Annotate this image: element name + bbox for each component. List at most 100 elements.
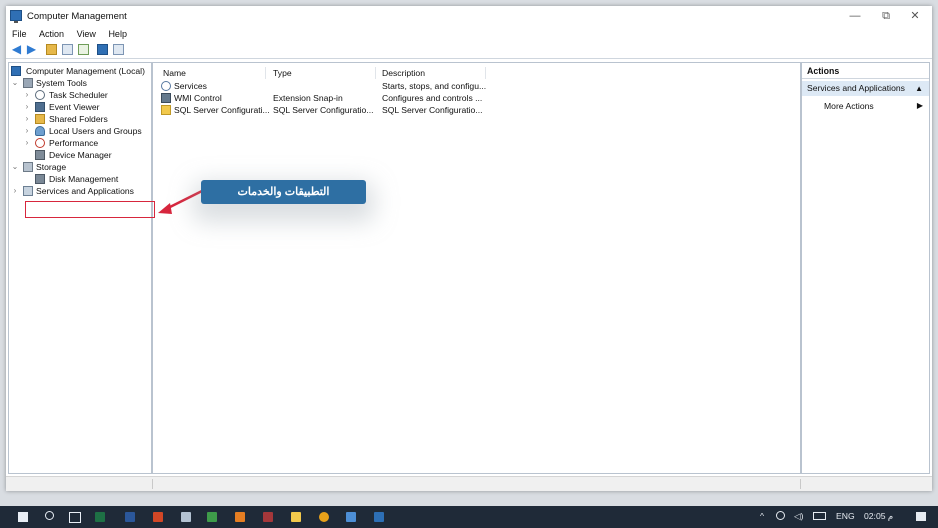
app-icon[interactable] bbox=[181, 512, 191, 522]
export-list-icon[interactable] bbox=[78, 44, 89, 55]
status-divider bbox=[152, 479, 153, 489]
column-divider[interactable] bbox=[265, 67, 266, 79]
users-icon bbox=[35, 126, 45, 136]
services-gear-icon bbox=[161, 81, 171, 91]
menu-file[interactable]: File bbox=[12, 27, 27, 41]
tree-label: Shared Folders bbox=[49, 114, 108, 124]
list-row[interactable]: SQL Server Configurati... SQL Server Con… bbox=[161, 104, 581, 116]
tree-label: Storage bbox=[36, 162, 67, 172]
menu-action[interactable]: Action bbox=[39, 27, 64, 41]
help-icon[interactable] bbox=[97, 44, 108, 55]
row-description: Configures and controls ... bbox=[382, 93, 483, 103]
submenu-arrow-icon[interactable]: ▶ bbox=[917, 101, 923, 110]
wmi-control-icon bbox=[161, 93, 171, 103]
excel-icon[interactable] bbox=[95, 512, 105, 522]
show-hide-action-pane-icon[interactable] bbox=[113, 44, 124, 55]
close-button[interactable]: ✕ bbox=[900, 9, 930, 23]
services-applications-icon bbox=[23, 186, 33, 196]
tree-label: Event Viewer bbox=[49, 102, 100, 112]
column-header-type[interactable]: Type bbox=[273, 68, 292, 78]
volume-icon[interactable]: ◁) bbox=[794, 511, 803, 522]
actions-title: Actions bbox=[802, 63, 929, 79]
tree-label: Services and Applications bbox=[36, 186, 134, 196]
row-type: Extension Snap-in bbox=[273, 93, 343, 103]
search-icon[interactable] bbox=[45, 511, 54, 520]
status-divider bbox=[800, 479, 801, 489]
computer-icon bbox=[11, 66, 21, 76]
column-divider[interactable] bbox=[375, 67, 376, 79]
menu-bar: File Action View Help bbox=[6, 27, 932, 41]
menu-view[interactable]: View bbox=[77, 27, 96, 41]
up-folder-icon[interactable] bbox=[46, 44, 57, 55]
column-header-description[interactable]: Description bbox=[382, 68, 425, 78]
task-view-icon[interactable] bbox=[69, 512, 81, 523]
actions-section[interactable]: Services and Applications ▲ bbox=[802, 81, 929, 96]
shared-folder-icon bbox=[35, 114, 45, 124]
chevron-right-icon[interactable]: › bbox=[23, 125, 31, 137]
title-bar: Computer Management — ⧉ ✕ bbox=[6, 6, 932, 26]
notification-icon[interactable] bbox=[916, 512, 926, 521]
forward-arrow-icon[interactable]: ▶ bbox=[26, 43, 37, 55]
taskbar: ^ ◁) ENG 02:05 م bbox=[0, 506, 938, 528]
actions-pane: Actions Services and Applications ▲ More… bbox=[801, 62, 930, 474]
row-type: SQL Server Configuratio... bbox=[273, 105, 374, 115]
chevron-down-icon[interactable]: ⌄ bbox=[11, 77, 19, 89]
minimize-button[interactable]: — bbox=[840, 9, 870, 23]
folder-icon bbox=[161, 105, 171, 115]
tree-label: Task Scheduler bbox=[49, 90, 108, 100]
row-name: WMI Control bbox=[174, 93, 222, 103]
chevron-right-icon[interactable]: › bbox=[23, 89, 31, 101]
list-row[interactable]: WMI Control Extension Snap-in Configures… bbox=[161, 92, 581, 104]
tree-label: System Tools bbox=[36, 78, 87, 88]
list-row[interactable]: Services Starts, stops, and configu... bbox=[161, 80, 581, 92]
show-hide-tree-icon[interactable] bbox=[62, 44, 73, 55]
language-indicator[interactable]: ENG bbox=[836, 511, 855, 521]
chevron-down-icon[interactable]: ⌄ bbox=[11, 161, 19, 173]
app-icon[interactable] bbox=[346, 512, 356, 522]
word-icon[interactable] bbox=[125, 512, 135, 522]
powerpoint-icon[interactable] bbox=[153, 512, 163, 522]
chrome-icon[interactable] bbox=[319, 512, 329, 522]
keyboard-icon[interactable] bbox=[813, 512, 826, 520]
clock[interactable]: 02:05 م bbox=[864, 511, 893, 522]
row-name: Services bbox=[174, 81, 207, 91]
highlight-box bbox=[25, 201, 155, 218]
windows-start-icon[interactable] bbox=[18, 512, 28, 522]
collapse-arrow-icon[interactable]: ▲ bbox=[915, 81, 923, 96]
more-actions-label: More Actions bbox=[824, 101, 874, 111]
tray-chevron-up-icon[interactable]: ^ bbox=[760, 511, 764, 521]
window-title: Computer Management bbox=[27, 11, 127, 22]
chevron-right-icon[interactable]: › bbox=[11, 185, 19, 197]
photoshop-icon[interactable] bbox=[374, 512, 384, 522]
tree-label: Local Users and Groups bbox=[49, 126, 142, 136]
tree-label: Computer Management (Local) bbox=[26, 66, 145, 76]
tree-label: Performance bbox=[49, 138, 99, 148]
disk-icon bbox=[35, 174, 45, 184]
access-icon[interactable] bbox=[263, 512, 273, 522]
back-arrow-icon[interactable]: ◀ bbox=[11, 43, 22, 55]
more-actions-item[interactable]: More Actions bbox=[824, 101, 874, 111]
chevron-right-icon[interactable]: › bbox=[23, 101, 31, 113]
performance-icon bbox=[35, 138, 45, 148]
app-icon[interactable] bbox=[235, 512, 245, 522]
tree-label: Disk Management bbox=[49, 174, 119, 184]
network-icon[interactable] bbox=[776, 511, 785, 520]
column-header-name[interactable]: Name bbox=[163, 68, 186, 78]
restore-button[interactable]: ⧉ bbox=[871, 9, 901, 23]
row-name: SQL Server Configurati... bbox=[174, 105, 270, 115]
chevron-right-icon[interactable]: › bbox=[23, 137, 31, 149]
computer-management-icon bbox=[10, 10, 22, 23]
file-explorer-icon[interactable] bbox=[291, 512, 301, 522]
content-area: Computer Management (Local) ⌄ System Too… bbox=[6, 59, 932, 491]
column-divider[interactable] bbox=[485, 67, 486, 79]
computer-management-window: Computer Management — ⧉ ✕ File Action Vi… bbox=[6, 6, 932, 491]
chevron-right-icon[interactable]: › bbox=[23, 113, 31, 125]
tools-icon bbox=[23, 78, 33, 88]
row-description: SQL Server Configuratio... bbox=[382, 105, 483, 115]
event-log-icon bbox=[35, 102, 45, 112]
clock-icon bbox=[35, 90, 45, 100]
annotation-callout: التطبيقات والخدمات bbox=[201, 180, 366, 204]
menu-help[interactable]: Help bbox=[108, 27, 127, 41]
app-icon[interactable] bbox=[207, 512, 217, 522]
status-bar bbox=[6, 476, 932, 491]
